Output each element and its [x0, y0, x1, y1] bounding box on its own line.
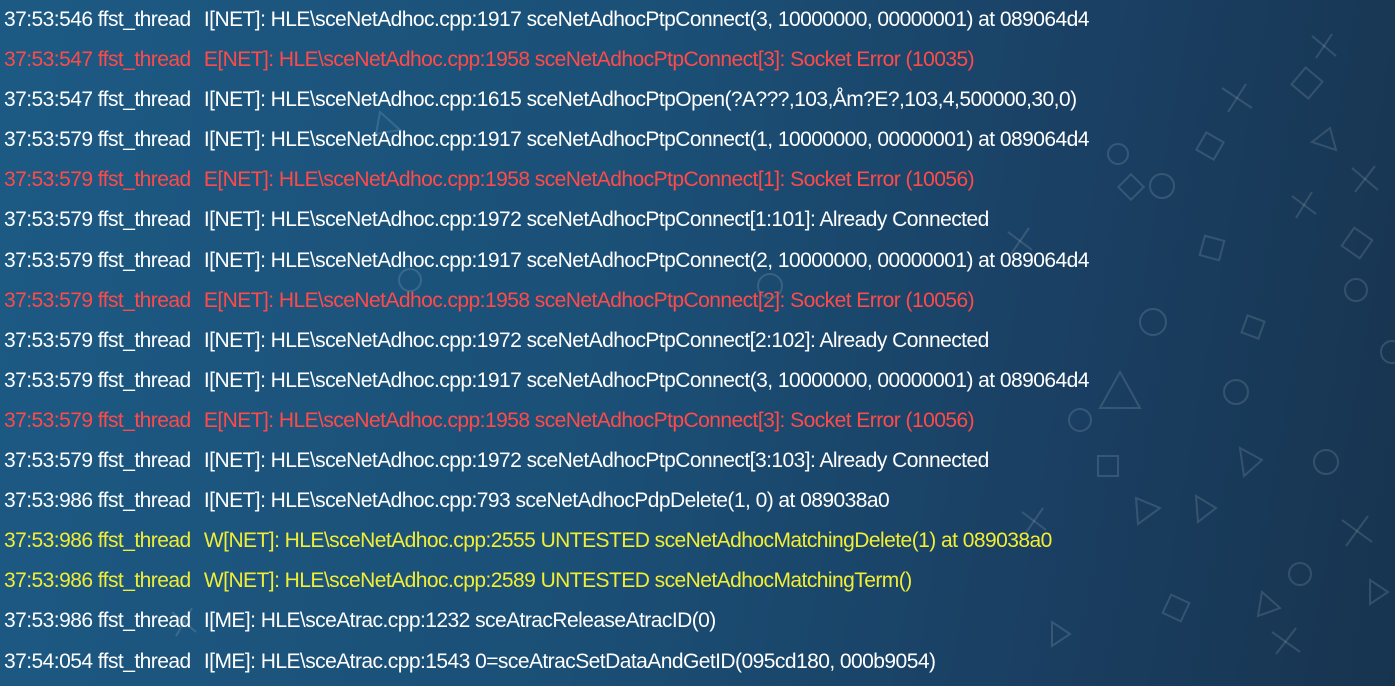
log-message: W[NET]: HLE\sceNetAdhoc.cpp:2555 UNTESTE…	[203, 529, 1052, 553]
log-message: I[NET]: HLE\sceNetAdhoc.cpp:1917 sceNetA…	[203, 128, 1090, 152]
log-timestamp: 37:53:579	[4, 449, 93, 473]
log-timestamp: 37:53:579	[4, 248, 93, 272]
log-timestamp: 37:53:579	[4, 128, 93, 152]
log-timestamp: 37:53:986	[4, 529, 93, 553]
log-thread: ffst_thread	[97, 208, 191, 232]
log-thread: ffst_thread	[97, 368, 191, 392]
log-thread: ffst_thread	[97, 248, 191, 272]
log-timestamp: 37:53:579	[4, 288, 93, 312]
log-timestamp: 37:53:986	[4, 609, 93, 633]
log-line-error: 37:53:547 ffst_thread E[NET]: HLE\sceNet…	[0, 40, 1395, 80]
log-timestamp: 37:53:579	[4, 368, 93, 392]
log-thread: ffst_thread	[97, 529, 191, 553]
log-timestamp: 37:53:546	[4, 8, 93, 31]
log-line-info: 37:53:579 ffst_thread I[NET]: HLE\sceNet…	[0, 200, 1395, 240]
log-timestamp: 37:53:986	[4, 489, 93, 513]
log-message: I[NET]: HLE\sceNetAdhoc.cpp:1972 sceNetA…	[203, 328, 989, 352]
log-thread: ffst_thread	[97, 88, 191, 112]
log-thread: ffst_thread	[97, 569, 191, 593]
log-thread: ffst_thread	[97, 449, 191, 473]
log-line-warning: 37:53:986 ffst_thread W[NET]: HLE\sceNet…	[0, 521, 1395, 561]
log-line-info: 37:53:579 ffst_thread I[NET]: HLE\sceNet…	[0, 120, 1395, 160]
log-thread: ffst_thread	[97, 328, 191, 352]
log-thread: ffst_thread	[97, 609, 191, 633]
log-timestamp: 37:53:579	[4, 208, 93, 232]
log-message: W[NET]: HLE\sceNetAdhoc.cpp:2589 UNTESTE…	[203, 569, 912, 593]
log-timestamp: 37:53:579	[4, 408, 93, 432]
log-message: E[NET]: HLE\sceNetAdhoc.cpp:1958 sceNetA…	[203, 408, 975, 432]
log-thread: ffst_thread	[97, 128, 191, 152]
log-timestamp: 37:53:547	[4, 48, 93, 72]
log-line-info: 37:53:579 ffst_thread I[NET]: HLE\sceNet…	[0, 241, 1395, 281]
log-thread: ffst_thread	[97, 168, 191, 192]
log-line-info: 37:54:054 ffst_thread I[ME]: HLE\sceAtra…	[0, 642, 1395, 682]
log-message: I[NET]: HLE\sceNetAdhoc.cpp:1917 sceNetA…	[203, 8, 1090, 31]
log-message: I[NET]: HLE\sceNetAdhoc.cpp:1917 sceNetA…	[203, 368, 1090, 392]
log-message: E[NET]: HLE\sceNetAdhoc.cpp:1958 sceNetA…	[203, 288, 975, 312]
log-message: I[ME]: HLE\sceAtrac.cpp:1543 0=sceAtracS…	[203, 649, 936, 673]
log-line-error: 37:53:579 ffst_thread E[NET]: HLE\sceNet…	[0, 281, 1395, 321]
log-thread: ffst_thread	[97, 649, 191, 673]
log-thread: ffst_thread	[97, 408, 191, 432]
log-console: 37:53:546 ffst_thread I[NET]: HLE\sceNet…	[0, 0, 1395, 686]
log-timestamp: 37:53:579	[4, 168, 93, 192]
log-line-error: 37:53:579 ffst_thread E[NET]: HLE\sceNet…	[0, 401, 1395, 441]
log-line-info: 37:53:579 ffst_thread I[NET]: HLE\sceNet…	[0, 441, 1395, 481]
log-message: E[NET]: HLE\sceNetAdhoc.cpp:1958 sceNetA…	[203, 168, 975, 192]
log-line-info: 37:53:579 ffst_thread I[NET]: HLE\sceNet…	[0, 361, 1395, 401]
log-timestamp: 37:53:579	[4, 328, 93, 352]
log-message: I[NET]: HLE\sceNetAdhoc.cpp:1972 sceNetA…	[203, 208, 989, 232]
log-line-info: 37:53:986 ffst_thread I[ME]: HLE\sceAtra…	[0, 601, 1395, 641]
log-timestamp: 37:54:054	[4, 649, 93, 673]
log-thread: ffst_thread	[97, 8, 191, 31]
log-message: I[ME]: HLE\sceAtrac.cpp:1232 sceAtracRel…	[203, 609, 716, 633]
log-message: I[NET]: HLE\sceNetAdhoc.cpp:1917 sceNetA…	[203, 248, 1090, 272]
log-line-error: 37:53:579 ffst_thread E[NET]: HLE\sceNet…	[0, 160, 1395, 200]
log-line-warning: 37:53:986 ffst_thread W[NET]: HLE\sceNet…	[0, 561, 1395, 601]
log-message: E[NET]: HLE\sceNetAdhoc.cpp:1958 sceNetA…	[203, 48, 975, 72]
log-message: I[NET]: HLE\sceNetAdhoc.cpp:1615 sceNetA…	[203, 88, 1077, 112]
log-line-info: 37:53:547 ffst_thread I[NET]: HLE\sceNet…	[0, 80, 1395, 120]
log-line-info: 37:53:579 ffst_thread I[NET]: HLE\sceNet…	[0, 321, 1395, 361]
log-thread: ffst_thread	[97, 48, 191, 72]
log-timestamp: 37:53:986	[4, 569, 93, 593]
log-thread: ffst_thread	[97, 489, 191, 513]
log-message: I[NET]: HLE\sceNetAdhoc.cpp:793 sceNetAd…	[203, 489, 890, 513]
log-line-info: 37:53:986 ffst_thread I[NET]: HLE\sceNet…	[0, 481, 1395, 521]
log-message: I[NET]: HLE\sceNetAdhoc.cpp:1972 sceNetA…	[203, 449, 989, 473]
log-timestamp: 37:53:547	[4, 88, 93, 112]
log-line-info: 37:53:546 ffst_thread I[NET]: HLE\sceNet…	[0, 0, 1395, 40]
log-thread: ffst_thread	[97, 288, 191, 312]
